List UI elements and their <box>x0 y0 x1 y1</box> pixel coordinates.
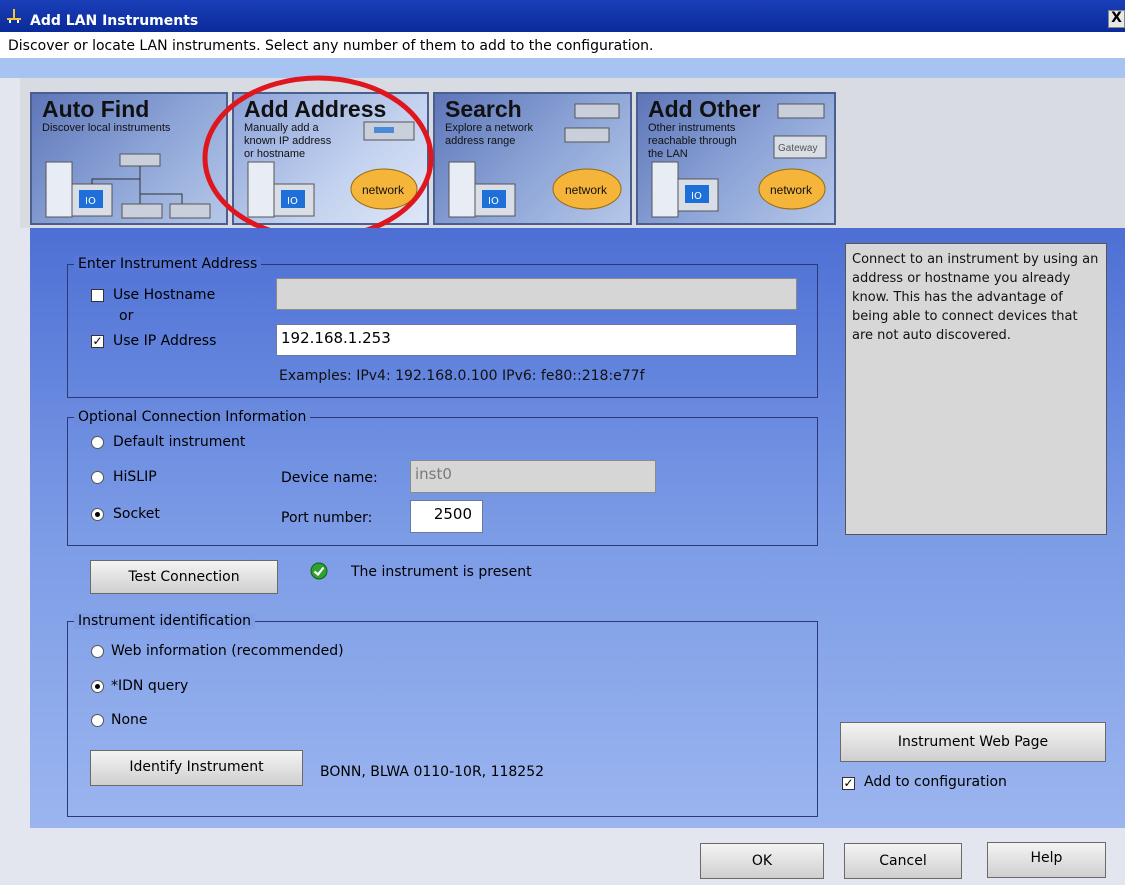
use-hostname-checkbox[interactable] <box>91 289 104 302</box>
radio-hislip[interactable] <box>91 471 104 484</box>
gateway-label: Gateway <box>778 143 817 154</box>
radio-socket[interactable] <box>91 508 104 521</box>
address-group-title: Enter Instrument Address <box>74 256 262 272</box>
mode-card-search[interactable]: IO network Search Explore a network addr… <box>433 92 632 225</box>
radio-web-information[interactable] <box>91 645 104 658</box>
mode-card-auto-find[interactable]: IO Auto Find Discover local instruments <box>30 92 228 225</box>
mode-title: Add Other <box>648 96 761 122</box>
socket-label: Socket <box>113 506 160 522</box>
mode-card-add-other[interactable]: IO Gateway network Add Other Other instr… <box>636 92 836 225</box>
port-number-input[interactable]: 2500 <box>410 500 483 533</box>
none-label: None <box>111 712 148 728</box>
radio-idn-query[interactable] <box>91 680 104 693</box>
svg-text:IO: IO <box>488 196 499 207</box>
web-information-label: Web information (recommended) <box>111 643 344 659</box>
use-hostname-label: Use Hostname <box>113 287 216 303</box>
identify-instrument-button[interactable]: Identify Instrument <box>90 750 303 786</box>
idn-query-label: *IDN query <box>111 678 189 694</box>
hostname-input[interactable] <box>276 278 797 310</box>
status-ok-icon <box>310 562 328 580</box>
checkmark-icon: ✓ <box>92 334 103 348</box>
mode-description: Explore a network address range <box>445 122 534 147</box>
use-ip-address-label: Use IP Address <box>113 333 217 349</box>
or-label: or <box>119 308 134 324</box>
radio-default-instrument[interactable] <box>91 436 104 449</box>
connection-status-text: The instrument is present <box>351 564 532 580</box>
add-to-configuration-checkbox[interactable]: ✓ <box>842 777 855 790</box>
cancel-button[interactable]: Cancel <box>844 843 962 879</box>
device-name-label: Device name: <box>281 470 378 486</box>
mode-description: Other instruments reachable through the … <box>648 122 737 160</box>
mode-title: Search <box>445 96 522 122</box>
window-title: Add LAN Instruments <box>30 13 199 29</box>
port-number-label: Port number: <box>281 510 373 526</box>
identification-group-title: Instrument identification <box>74 613 256 629</box>
connection-group-title: Optional Connection Information <box>74 409 311 425</box>
device-name-input[interactable]: inst0 <box>410 460 656 493</box>
header-band <box>0 58 1125 78</box>
instrument-web-page-button[interactable]: Instrument Web Page <box>840 722 1106 762</box>
info-help-box: Connect to an instrument by using an add… <box>845 243 1107 535</box>
checkmark-icon: ✓ <box>843 776 854 790</box>
svg-text:IO: IO <box>85 196 96 207</box>
mode-title: Auto Find <box>42 96 150 122</box>
network-label: network <box>770 183 813 197</box>
ok-button[interactable]: OK <box>700 843 824 879</box>
add-to-configuration-label: Add to configuration <box>864 774 1007 790</box>
highlight-circle-annotation <box>202 75 434 241</box>
subtitle-text: Discover or locate LAN instruments. Sele… <box>8 38 654 54</box>
network-label: network <box>565 183 608 197</box>
ip-address-input[interactable]: 192.168.1.253 <box>276 324 797 356</box>
hislip-label: HiSLIP <box>113 469 157 485</box>
mode-description: Discover local instruments <box>42 122 171 134</box>
close-button[interactable]: X <box>1108 10 1125 28</box>
test-connection-button[interactable]: Test Connection <box>90 560 278 594</box>
radio-none[interactable] <box>91 714 104 727</box>
address-examples: Examples: IPv4: 192.168.0.100 IPv6: fe80… <box>279 368 645 384</box>
use-ip-address-checkbox[interactable]: ✓ <box>91 335 104 348</box>
app-icon <box>7 9 21 23</box>
help-button[interactable]: Help <box>987 842 1106 878</box>
default-instrument-label: Default instrument <box>113 434 246 450</box>
identification-result: BONN, BLWA 0110-10R, 118252 <box>320 764 545 780</box>
svg-text:IO: IO <box>691 191 702 202</box>
